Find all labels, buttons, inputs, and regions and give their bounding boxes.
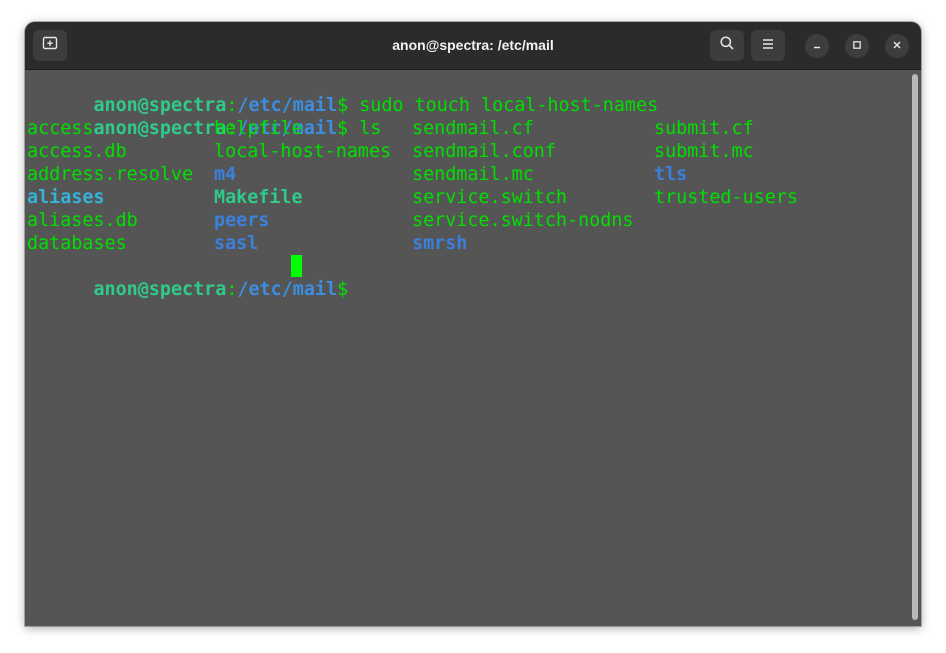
ls-entry: sendmail.conf [412, 141, 556, 162]
ls-entry: service.switch-nodns [412, 210, 634, 231]
search-button[interactable] [710, 30, 744, 61]
vertical-scrollbar[interactable] [912, 74, 918, 620]
search-icon [719, 35, 735, 56]
ls-entry: submit.mc [654, 141, 754, 162]
command-line-1: anon@spectra:/etc/mail$ sudo touch local… [27, 71, 658, 116]
text-cursor [291, 255, 302, 277]
active-prompt-line[interactable]: anon@spectra:/etc/mail$ [27, 255, 427, 300]
command-line-2: anon@spectra:/etc/mail$ ls [27, 94, 381, 139]
ls-entry: access [27, 118, 94, 139]
ls-entry: databases [27, 233, 127, 254]
command-text: sudo touch local-host-names [359, 95, 659, 116]
ls-row: address.resolve m4 sendmail.mc tls [27, 163, 907, 186]
titlebar[interactable]: anon@spectra: /etc/mail [25, 22, 921, 70]
ls-entry: address.resolve [27, 164, 194, 185]
ls-row: access.db local-host-names sendmail.conf… [27, 140, 907, 163]
ls-entry: aliases.db [27, 210, 138, 231]
ls-entry: access.db [27, 141, 127, 162]
prompt-user-host: anon@spectra [93, 279, 227, 300]
ls-entry: sendmail.cf [412, 118, 534, 139]
terminal-output[interactable]: anon@spectra:/etc/mail$ sudo touch local… [25, 70, 921, 626]
ls-row: access helpfile sendmail.cf submit.cf [27, 117, 907, 140]
prompt-dollar: $ [337, 279, 360, 300]
minimize-button[interactable] [805, 34, 829, 58]
ls-entry: helpfile [214, 118, 303, 139]
ls-entry-executable: Makefile [214, 187, 303, 208]
ls-entry-directory: m4 [214, 164, 237, 185]
prompt-colon: : [226, 279, 238, 300]
maximize-button[interactable] [845, 34, 869, 58]
maximize-icon [852, 37, 862, 55]
ls-entry-directory: peers [214, 210, 270, 231]
minimize-icon [812, 37, 822, 55]
ls-row: aliases Makefile service.switch trusted-… [27, 186, 907, 209]
ls-entry-directory: smrsh [412, 233, 468, 254]
close-icon [892, 37, 902, 55]
ls-entry-symlink: aliases [27, 187, 105, 208]
terminal-window: anon@spectra: /etc/mail anon@spectra:/et… [25, 22, 921, 626]
ls-entry-directory: sasl [214, 233, 259, 254]
prompt-path: /etc/mail [237, 279, 338, 300]
ls-entry: local-host-names [214, 141, 392, 162]
window-title: anon@spectra: /etc/mail [392, 37, 554, 53]
menu-button[interactable] [751, 30, 785, 61]
hamburger-menu-icon [761, 37, 775, 55]
close-button[interactable] [885, 34, 909, 58]
ls-row: databases sasl smrsh [27, 232, 907, 255]
ls-entry: submit.cf [654, 118, 754, 139]
ls-row: aliases.db peers service.switch-nodns [27, 209, 907, 232]
ls-entry: trusted-users [654, 187, 798, 208]
ls-entry: sendmail.mc [412, 164, 534, 185]
ls-entry-directory: tls [654, 164, 688, 185]
ls-entry: service.switch [412, 187, 568, 208]
